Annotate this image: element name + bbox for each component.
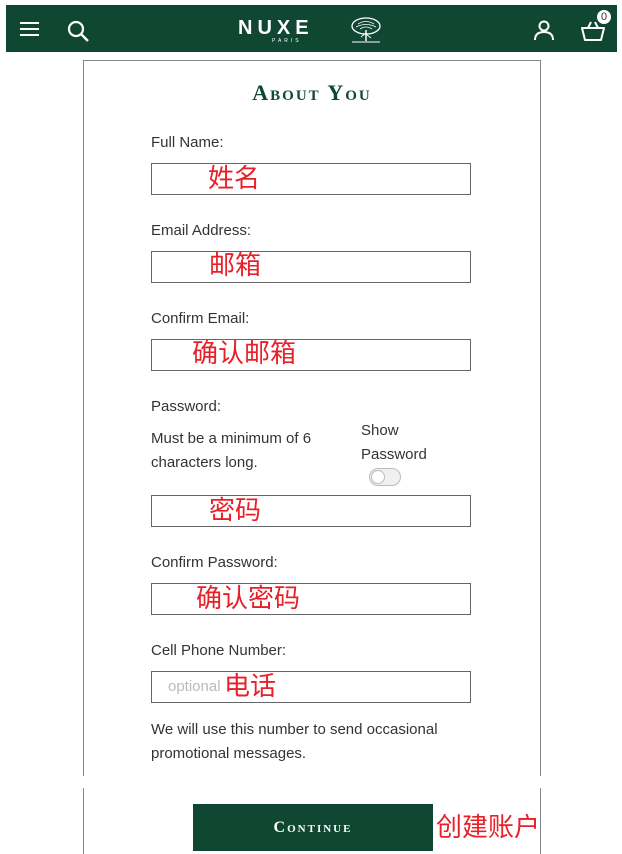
confirm-email-annotation: 确认邮箱	[192, 339, 297, 369]
confirm-email-label: Confirm Email:	[151, 310, 250, 327]
show-password-toggle[interactable]	[369, 468, 401, 486]
basket-count-badge: 0	[596, 9, 612, 25]
continue-annotation: 创建账户	[436, 813, 541, 843]
phone-label: Cell Phone Number:	[151, 642, 287, 659]
page-title: About You	[252, 80, 372, 105]
email-label: Email Address:	[151, 222, 252, 239]
menu-icon[interactable]	[20, 22, 39, 36]
confirm-password-annotation: 确认密码	[196, 584, 301, 614]
account-icon[interactable]	[532, 18, 556, 42]
email-input[interactable]	[151, 251, 471, 283]
tree-logo-icon	[351, 17, 381, 43]
phone-note: We will use this number to send occasion…	[151, 721, 438, 762]
search-icon[interactable]	[66, 19, 90, 43]
site-header: NUXE PARIS	[6, 5, 617, 52]
password-label: Password:	[151, 398, 222, 415]
brand-logo[interactable]: NUXE PARIS	[238, 17, 383, 47]
email-annotation: 邮箱	[209, 251, 262, 281]
show-password-label: Show Password	[361, 422, 427, 463]
brand-wordmark: NUXE	[238, 17, 314, 39]
phone-annotation: 电话	[224, 672, 277, 702]
continue-button[interactable]: Continue	[193, 804, 433, 851]
full-name-label: Full Name:	[151, 134, 224, 151]
screenshot-gap	[0, 776, 622, 788]
full-name-annotation: 姓名	[208, 164, 261, 194]
password-hint: Must be a minimum of 6 characters long.	[151, 430, 312, 471]
phone-input[interactable]: optional	[151, 671, 471, 703]
phone-placeholder: optional	[168, 678, 221, 695]
toggle-knob	[371, 470, 385, 484]
confirm-password-label: Confirm Password:	[151, 554, 278, 571]
password-annotation: 密码	[209, 496, 262, 526]
password-input[interactable]	[151, 495, 471, 527]
brand-subtitle: PARIS	[272, 38, 302, 44]
full-name-input[interactable]	[151, 163, 471, 195]
